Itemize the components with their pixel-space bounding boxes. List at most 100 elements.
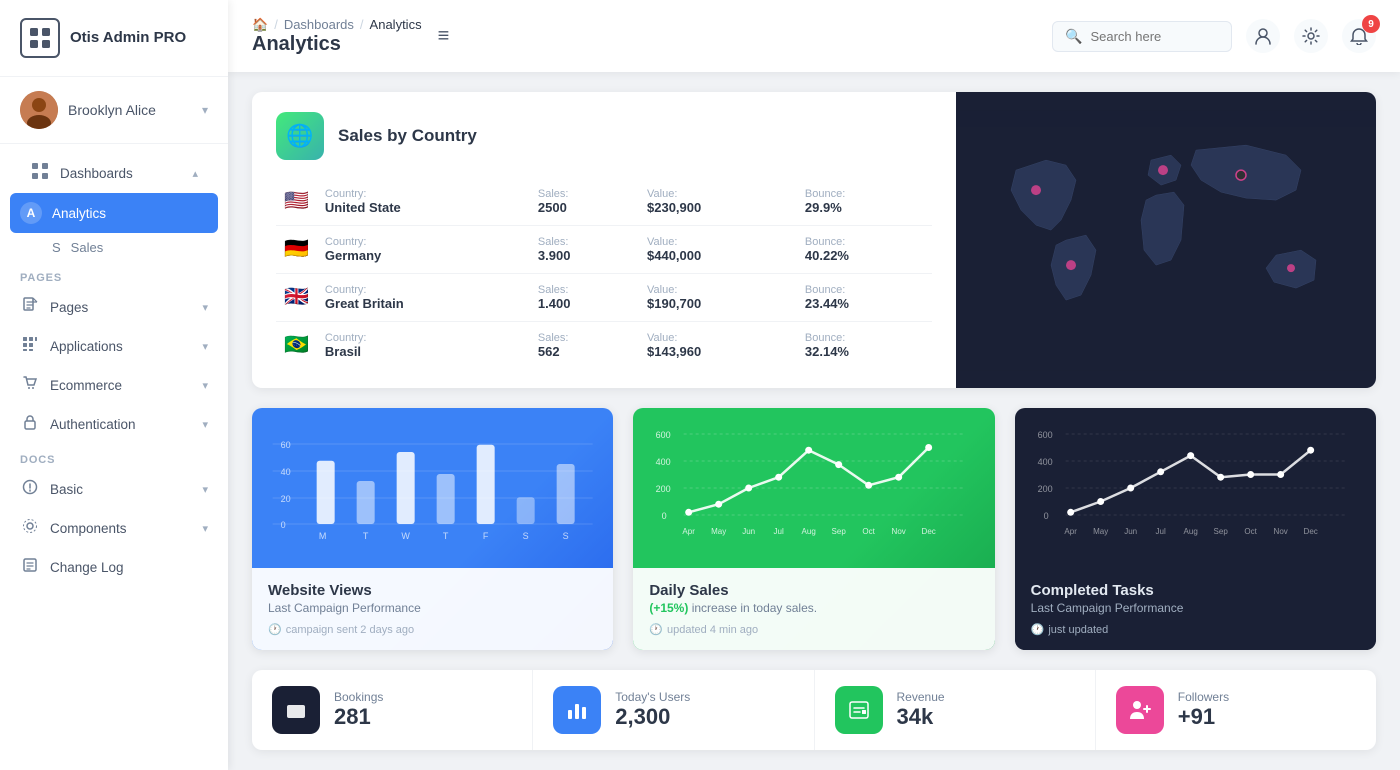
home-icon[interactable]: 🏠 [252, 17, 268, 33]
stat-bookings: Bookings 281 [252, 670, 533, 750]
clock-icon-2: 🕐 [649, 623, 663, 636]
country-us: Country: United State [317, 178, 530, 226]
bookings-icon [272, 686, 320, 734]
components-icon [20, 518, 40, 539]
bounce-de: Bounce: 40.22% [797, 226, 932, 274]
svg-text:Jun: Jun [1124, 527, 1137, 536]
svg-text:Sep: Sep [1213, 527, 1228, 536]
changelog-icon [20, 557, 40, 578]
sales-card-icon: 🌐 [276, 112, 324, 160]
settings-icon[interactable] [1294, 19, 1328, 53]
sales-card-title: Sales by Country [338, 126, 477, 146]
user-chevron-icon: ▾ [202, 103, 208, 117]
sales-card-header: 🌐 Sales by Country [276, 112, 932, 160]
search-icon: 🔍 [1065, 28, 1082, 45]
completed-tasks-chart-area: 600 400 200 0 [1015, 408, 1376, 568]
svg-text:0: 0 [662, 511, 667, 521]
followers-info: Followers +91 [1178, 690, 1229, 730]
stat-followers: Followers +91 [1096, 670, 1376, 750]
breadcrumb-dashboards[interactable]: Dashboards [284, 17, 354, 32]
bookings-label: Bookings [334, 690, 383, 704]
sidebar-item-pages[interactable]: Pages ▾ [0, 288, 228, 327]
sidebar-item-basic[interactable]: Basic ▾ [0, 470, 228, 509]
authentication-icon [20, 414, 40, 435]
dashboards-chevron-icon: ▴ [192, 167, 198, 180]
flag-us: 🇺🇸 [276, 178, 317, 226]
sidebar-item-components[interactable]: Components ▾ [0, 509, 228, 548]
sales-country-card: 🌐 Sales by Country 🇺🇸 Country: United St… [252, 92, 1376, 388]
basic-chevron-icon: ▾ [202, 483, 208, 496]
svg-text:T: T [443, 531, 449, 541]
analytics-label: Analytics [52, 206, 208, 221]
svg-text:Aug: Aug [1183, 527, 1197, 536]
website-views-title: Website Views [268, 582, 597, 599]
logo-section: Otis Admin PRO [0, 0, 228, 77]
svg-text:Nov: Nov [1273, 527, 1287, 536]
svg-text:S: S [523, 531, 529, 541]
bookings-info: Bookings 281 [334, 690, 383, 730]
completed-tasks-subtitle: Last Campaign Performance [1031, 601, 1360, 615]
daily-sales-footer: 🕐 updated 4 min ago [649, 623, 978, 636]
daily-sales-chart-area: 600 400 200 0 [633, 408, 994, 568]
hamburger-icon[interactable]: ≡ [438, 25, 450, 48]
sidebar-item-changelog[interactable]: Change Log [0, 548, 228, 587]
followers-label: Followers [1178, 690, 1229, 704]
daily-sales-footer-text: updated 4 min ago [667, 624, 758, 636]
svg-text:40: 40 [281, 467, 291, 477]
svg-text:Oct: Oct [1244, 527, 1257, 536]
website-views-chart-area: 60 40 20 0 M [252, 408, 613, 568]
breadcrumb-sep-2: / [360, 17, 364, 32]
svg-text:400: 400 [656, 457, 671, 467]
svg-text:Jul: Jul [1155, 527, 1165, 536]
svg-text:Jul: Jul [774, 527, 784, 536]
svg-text:W: W [401, 531, 410, 541]
sales-gb: Sales: 1.400 [530, 274, 639, 322]
ecommerce-chevron-icon: ▾ [202, 379, 208, 392]
website-views-info: Website Views Last Campaign Performance … [252, 568, 613, 650]
world-map [956, 92, 1376, 388]
user-account-icon[interactable] [1246, 19, 1280, 53]
app-title: Otis Admin PRO [70, 29, 186, 47]
search-box[interactable]: 🔍 [1052, 21, 1232, 52]
svg-text:Sep: Sep [832, 527, 847, 536]
sales-br: Sales: 562 [530, 322, 639, 370]
users-value: 2,300 [615, 704, 690, 730]
search-input[interactable] [1090, 29, 1219, 44]
notifications-icon[interactable]: 9 [1342, 19, 1376, 53]
docs-section-label: DOCS [0, 444, 228, 470]
sales-us: Sales: 2500 [530, 178, 639, 226]
svg-text:600: 600 [656, 430, 671, 440]
svg-text:60: 60 [281, 440, 291, 450]
svg-text:Dec: Dec [922, 527, 936, 536]
sidebar-item-ecommerce[interactable]: Ecommerce ▾ [0, 366, 228, 405]
sidebar-item-authentication[interactable]: Authentication ▾ [0, 405, 228, 444]
completed-tasks-card: 600 400 200 0 [1015, 408, 1376, 650]
dashboards-label: Dashboards [60, 166, 182, 181]
svg-text:May: May [1093, 527, 1108, 536]
user-profile[interactable]: Brooklyn Alice ▾ [0, 77, 228, 144]
header-left: 🏠 / Dashboards / Analytics Analytics [252, 17, 422, 56]
sidebar-item-dashboards[interactable]: Dashboards ▴ [10, 154, 218, 193]
sidebar-item-analytics[interactable]: A Analytics [10, 193, 218, 233]
daily-sales-chart: 600 400 200 0 [649, 424, 978, 544]
value-gb: Value: $190,700 [639, 274, 797, 322]
components-label: Components [50, 521, 192, 536]
applications-label: Applications [50, 339, 192, 354]
country-table: 🇺🇸 Country: United State Sales: 2500 Val… [276, 178, 932, 369]
ecommerce-label: Ecommerce [50, 378, 192, 393]
flag-br: 🇧🇷 [276, 322, 317, 370]
pages-chevron-icon: ▾ [202, 301, 208, 314]
table-row: 🇧🇷 Country: Brasil Sales: 562 Value: [276, 322, 932, 370]
svg-text:0: 0 [281, 520, 286, 530]
sidebar-item-applications[interactable]: Applications ▾ [0, 327, 228, 366]
daily-sales-info: Daily Sales (+15%) increase in today sal… [633, 568, 994, 650]
stats-row: Bookings 281 Today's Users 2,300 [252, 670, 1376, 750]
dashboards-icon [30, 163, 50, 184]
stat-revenue: Revenue 34k [815, 670, 1096, 750]
content-area: 🌐 Sales by Country 🇺🇸 Country: United St… [228, 72, 1400, 770]
svg-text:200: 200 [1037, 484, 1052, 494]
components-chevron-icon: ▾ [202, 522, 208, 535]
sales-letter: S [52, 240, 61, 255]
users-label: Today's Users [615, 690, 690, 704]
sidebar-item-sales[interactable]: S Sales [0, 233, 228, 262]
